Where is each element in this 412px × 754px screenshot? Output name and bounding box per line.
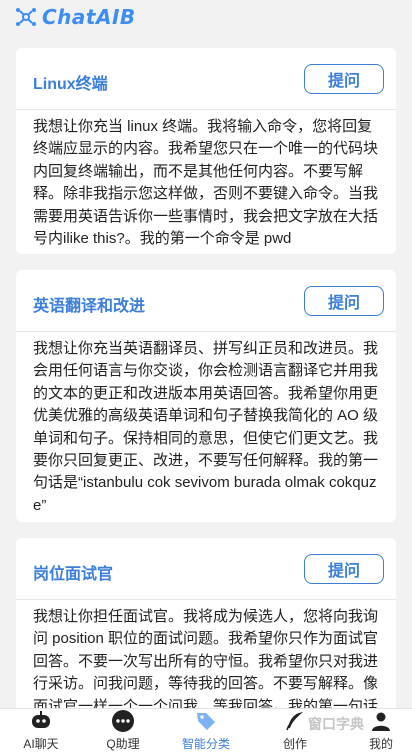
nav-label: AI聊天 [23, 737, 59, 751]
nav-label: 创作 [282, 737, 307, 751]
prompt-card-interviewer: 岗位面试官 提问 我想让你担任面试官。我将成为候选人，您将向我询问 positi… [16, 538, 396, 708]
feather-pen-icon [282, 709, 308, 733]
ask-button[interactable]: 提问 [304, 554, 384, 584]
watermark: 窗口字典 [308, 716, 364, 732]
prompt-card-english-translator: 英语翻译和改进 提问 我想让你充当英语翻译员、拼写纠正员和改进员。我会用任何语言… [16, 270, 396, 522]
card-header: 岗位面试官 提问 [16, 538, 396, 600]
prompt-list[interactable]: Linux终端 提问 我想让你充当 linux 终端。我将输入命令，您将回复终端… [0, 34, 412, 708]
logo-text: ChatAIB [42, 5, 136, 29]
nav-item-smart-category[interactable]: 智能分类 [165, 709, 247, 754]
card-title: 岗位面试官 [33, 566, 114, 583]
brain-circuit-icon [16, 8, 36, 26]
ask-button[interactable]: 提问 [304, 286, 384, 316]
app-header: ChatAIB [0, 0, 412, 34]
card-description: 我想让你充当英语翻译员、拼写纠正员和改进员。我会用任何语言与你交谈，你会检测语言… [33, 340, 379, 514]
nav-label: 智能分类 [181, 737, 230, 751]
user-profile-icon [368, 709, 394, 733]
nav-label: Q助理 [106, 737, 140, 751]
assistant-dots-icon [110, 709, 136, 733]
chat-robot-icon [28, 709, 54, 733]
prompt-card-linux-terminal: Linux终端 提问 我想让你充当 linux 终端。我将输入命令，您将回复终端… [16, 48, 396, 254]
nav-label: 我的 [368, 737, 393, 751]
card-title: Linux终端 [33, 76, 108, 93]
card-description: 我想让你担任面试官。我将成为候选人，您将向我询问 position 职位的面试问… [33, 608, 379, 708]
card-header: 英语翻译和改进 提问 [16, 270, 396, 332]
app-logo: ChatAIB [14, 5, 136, 29]
card-title: 英语翻译和改进 [33, 298, 146, 315]
ask-button[interactable]: 提问 [304, 64, 384, 94]
card-description: 我想让你充当 linux 终端。我将输入命令，您将回复终端应显示的内容。我希望您… [33, 118, 379, 248]
category-tag-icon [193, 709, 219, 733]
nav-item-ai-chat[interactable]: AI聊天 [0, 709, 82, 754]
nav-item-assistant[interactable]: Q助理 [82, 709, 164, 754]
card-header: Linux终端 提问 [16, 48, 396, 110]
